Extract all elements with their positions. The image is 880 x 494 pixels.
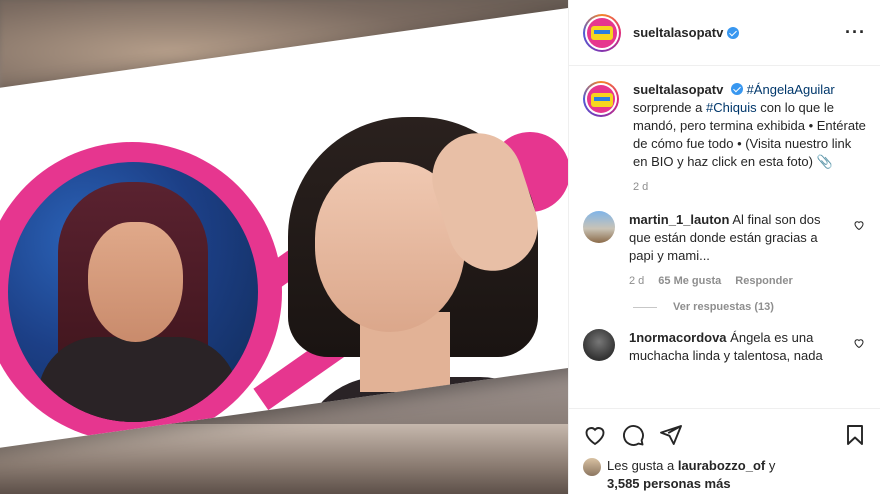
instagram-post-modal: sueltalasopatv ··· sueltalasopatv #Ángel…	[0, 0, 880, 494]
hashtag-link[interactable]: #Chiquis	[706, 100, 757, 115]
caption: sueltalasopatv #ÁngelaAguilar sorprende …	[583, 81, 867, 193]
share-icon[interactable]	[659, 423, 683, 447]
comments-list: sueltalasopatv #ÁngelaAguilar sorprende …	[569, 67, 880, 407]
comment-username[interactable]: 1normacordova	[629, 330, 727, 345]
post-sidebar: sueltalasopatv ··· sueltalasopatv #Ángel…	[568, 0, 880, 494]
caption-meta: 2 d	[633, 181, 867, 193]
profile-avatar[interactable]	[583, 13, 621, 52]
reply-button[interactable]: Responder	[735, 275, 792, 287]
verified-icon	[727, 26, 740, 39]
comment-item: martin_1_lauton Al final son dos que est…	[583, 211, 867, 287]
comment-username[interactable]: martin_1_lauton	[629, 212, 729, 227]
heart-icon[interactable]	[583, 423, 607, 447]
comment-likes[interactable]: 65 Me gusta	[658, 275, 721, 287]
likes-count[interactable]: 3,585 personas más	[607, 476, 731, 491]
comment-time[interactable]: 2 d	[629, 275, 644, 287]
header-username[interactable]: sueltalasopatv	[633, 25, 723, 40]
bookmark-icon[interactable]	[843, 423, 867, 447]
comment-meta: 2 d 65 Me gusta Responder	[629, 275, 845, 287]
liker-username[interactable]: laurabozzo_of	[678, 458, 765, 473]
caption-avatar[interactable]	[583, 81, 619, 117]
caption-time[interactable]: 2 d	[633, 181, 648, 193]
comment-avatar[interactable]	[583, 211, 615, 243]
comment-avatar[interactable]	[583, 329, 615, 361]
likes-summary: Les gusta a laurabozzo_of y 3,585 person…	[583, 457, 867, 493]
more-icon[interactable]: ···	[845, 22, 866, 43]
post-header: sueltalasopatv ···	[569, 0, 880, 66]
comment-heart-icon[interactable]	[853, 337, 867, 365]
comment-heart-icon[interactable]	[853, 219, 867, 287]
post-actions: Les gusta a laurabozzo_of y 3,585 person…	[569, 408, 880, 493]
circle-photo-left	[8, 162, 258, 422]
caption-username[interactable]: sueltalasopatv	[633, 82, 723, 97]
comment-icon[interactable]	[621, 423, 645, 447]
caption-text: sueltalasopatv #ÁngelaAguilar sorprende …	[633, 82, 866, 169]
view-replies-button[interactable]: Ver respuestas (13)	[633, 301, 867, 313]
hashtag-link[interactable]: #ÁngelaAguilar	[747, 82, 835, 97]
verified-icon	[730, 83, 743, 95]
liker-avatar[interactable]	[583, 458, 601, 476]
post-image[interactable]	[0, 0, 568, 494]
comment-item: 1normacordova Ángela es una muchacha lin…	[583, 329, 867, 365]
